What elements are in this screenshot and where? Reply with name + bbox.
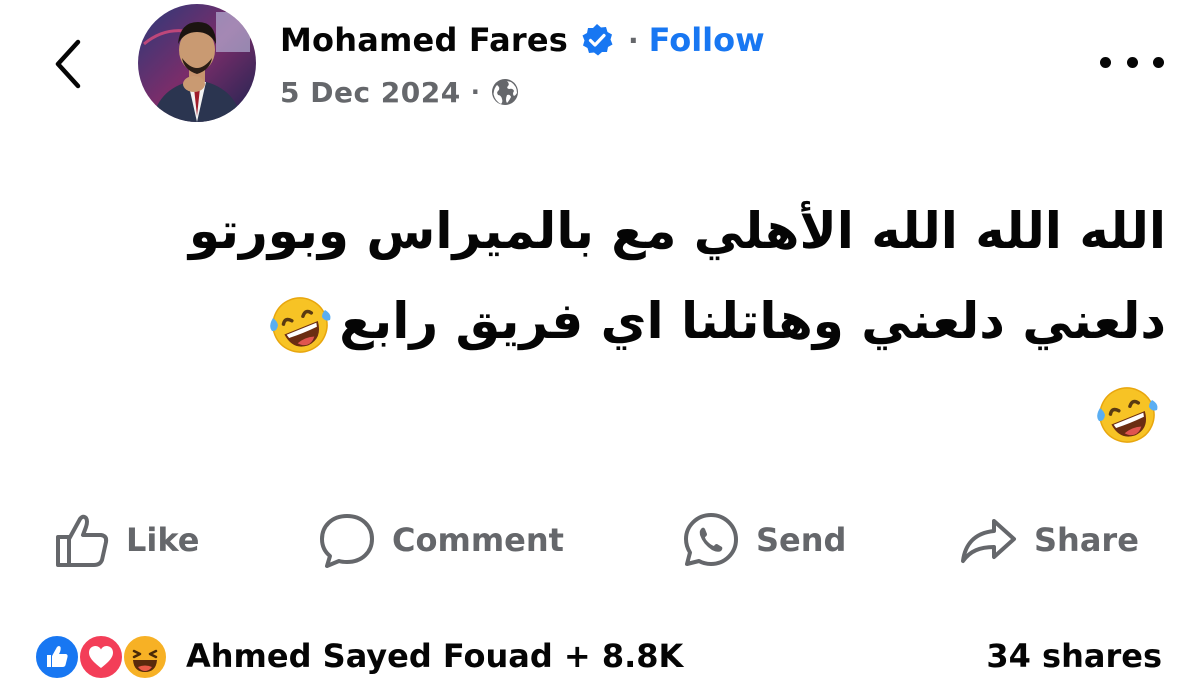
post-line-2-wrap: دلعني دلعني وهاتلنا اي فريق رابع <box>30 276 1166 366</box>
more-dot <box>1126 56 1138 68</box>
verified-badge-icon <box>580 23 614 57</box>
reactors-summary-text[interactable]: Ahmed Sayed Fouad + 8.8K <box>186 634 683 678</box>
rolling-on-floor-laughing-emoji <box>267 292 333 358</box>
avatar-image <box>138 4 256 122</box>
post-view: Mohamed Fares · Follow 5 Dec 2024 · الله… <box>0 0 1200 684</box>
chevron-left-icon <box>55 39 81 89</box>
whatsapp-icon <box>684 513 738 566</box>
thumbs-up-icon <box>56 514 109 567</box>
back-button[interactable] <box>48 34 88 94</box>
share-arrow-icon <box>961 519 1016 563</box>
separator-dot: · <box>470 78 480 106</box>
more-horizontal-icon <box>1100 56 1111 68</box>
like-label: Like <box>126 521 200 559</box>
love-reaction-icon <box>78 634 124 680</box>
globe-icon <box>490 77 520 107</box>
comment-label: Comment <box>392 521 564 559</box>
follow-button[interactable]: Follow <box>649 21 765 59</box>
more-dot <box>1153 56 1164 68</box>
send-label: Send <box>756 521 847 559</box>
shares-count[interactable]: 34 shares <box>940 634 1162 678</box>
author-row: Mohamed Fares · Follow <box>280 18 765 62</box>
post-line-1: الله الله الله الأهلي مع بالميراس وبورتو <box>188 202 1166 260</box>
comment-bubble-icon <box>320 514 374 568</box>
post-date[interactable]: 5 Dec 2024 <box>280 76 461 109</box>
comment-button[interactable]: Comment <box>316 505 564 575</box>
author-name[interactable]: Mohamed Fares <box>280 21 568 59</box>
share-label: Share <box>1034 521 1139 559</box>
send-button[interactable]: Send <box>680 505 846 575</box>
post-text: الله الله الله الأهلي مع بالميراس وبورتو… <box>30 186 1166 456</box>
separator-dot: · <box>628 23 639 57</box>
avatar[interactable] <box>138 4 256 122</box>
more-options-button[interactable] <box>1100 50 1164 74</box>
reactions-summary[interactable] <box>34 628 174 684</box>
rolling-on-floor-laughing-emoji <box>1094 382 1160 448</box>
like-button[interactable]: Like <box>50 505 199 575</box>
haha-reaction-icon <box>122 634 168 680</box>
share-button[interactable]: Share <box>958 505 1139 575</box>
like-reaction-icon <box>34 634 80 680</box>
post-line-3 <box>30 366 1166 456</box>
post-line-2: دلعني دلعني وهاتلنا اي فريق رابع <box>339 292 1166 350</box>
post-meta: 5 Dec 2024 · <box>280 72 520 112</box>
